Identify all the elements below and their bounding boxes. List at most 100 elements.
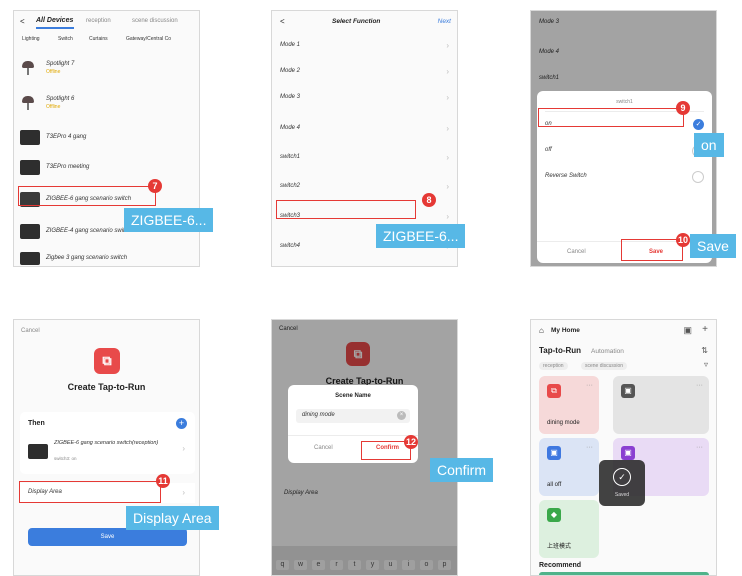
more-icon[interactable]: ··· (586, 382, 593, 389)
cancel-button[interactable]: Cancel (314, 445, 333, 451)
then-label: Then (28, 420, 45, 427)
step-badge: 7 (148, 179, 162, 193)
highlight-box (621, 239, 683, 261)
tab-scene-discussion[interactable]: scene discussion (132, 18, 178, 24)
action-device-status: switch3: on (54, 456, 77, 461)
subtab-switch[interactable]: Switch (58, 36, 73, 42)
then-card: Then + ZIGBEE-6 gang scenario switch(rec… (20, 412, 195, 474)
list-item[interactable]: T3EPro 4 gang (14, 128, 199, 148)
list-item[interactable]: Mode 1 › (272, 35, 457, 57)
subtab-curtains[interactable]: Curtains (89, 36, 108, 42)
list-item[interactable]: Zigbee 3 gang scenario switch (14, 251, 199, 266)
option-off[interactable]: off (537, 141, 712, 161)
scene-icon: ⧉ (547, 384, 561, 398)
highlight-box (19, 481, 161, 503)
switch-panel-icon (20, 130, 40, 145)
clear-icon[interactable]: × (397, 411, 406, 420)
screen-create-tap-to-run: Cancel ⧉ Create Tap-to-Run Then + ZIGBEE… (13, 319, 200, 576)
more-icon[interactable]: ··· (696, 444, 703, 451)
tab-reception[interactable]: reception (86, 18, 111, 24)
chevron-right-icon: › (182, 444, 185, 453)
home-selector[interactable]: My Home (551, 327, 580, 334)
highlight-box (276, 200, 416, 219)
back-icon[interactable]: < (20, 17, 25, 26)
chevron-right-icon: › (182, 488, 185, 497)
spotlight-icon (22, 61, 34, 75)
option-reverse[interactable]: Reverse Switch (537, 167, 712, 187)
step-badge: 12 (404, 435, 418, 449)
step-badge: 10 (676, 233, 690, 247)
chip-scene-discussion[interactable]: scene discussion (581, 362, 628, 370)
list-item[interactable]: Spotlight 7 Offline (14, 56, 199, 82)
callout-label: Display Area (126, 506, 219, 530)
scene-icon: ▣ (621, 384, 635, 398)
add-action-icon[interactable]: + (176, 418, 187, 429)
step-badge: 8 (422, 193, 436, 207)
callout-label: Confirm (430, 458, 494, 482)
cancel-button[interactable]: Cancel (567, 249, 586, 255)
more-icon[interactable]: ··· (696, 382, 703, 389)
scene-name-input[interactable]: dining mode × (296, 409, 410, 423)
subtab-lighting[interactable]: Lighting (22, 36, 40, 42)
subtab-gateway[interactable]: Gateway/Central Co (126, 36, 171, 42)
scene-tile[interactable]: ▣ ··· all off (539, 438, 599, 496)
spotlight-icon (22, 96, 34, 110)
saved-toast: ✓ Saved (599, 460, 645, 506)
scene-tile[interactable]: ▣ ··· (613, 376, 709, 434)
chevron-right-icon: › (446, 182, 449, 191)
screen-switch-dialog: Mode 3 Mode 4 switch1 switch1 on ✓ off R… (530, 10, 717, 267)
step-badge: 11 (156, 474, 170, 488)
chevron-right-icon: › (446, 212, 449, 221)
tab-all-devices[interactable]: All Devices (36, 17, 73, 24)
home-icon: ⌂ (539, 326, 544, 335)
scene-tile[interactable]: ◆ 上班模式 (539, 500, 599, 558)
list-item[interactable]: switch1 › (272, 147, 457, 169)
add-icon[interactable]: + (702, 324, 708, 335)
chevron-right-icon: › (446, 124, 449, 133)
tab-automation[interactable]: Automation (591, 348, 624, 355)
screen-tap-to-run-home: ⌂ My Home ▣ + Tap-to-Run Automation ⇅ ▿ … (530, 319, 717, 576)
tab-tap-to-run[interactable]: Tap-to-Run (539, 346, 581, 355)
tap-to-run-logo-icon: ⧉ (94, 348, 120, 374)
check-selected-icon: ✓ (693, 119, 704, 130)
radio-empty-icon (692, 171, 704, 183)
step-badge: 9 (676, 101, 690, 115)
page-title: Create Tap-to-Run (67, 382, 146, 392)
cancel-button[interactable]: Cancel (21, 328, 40, 334)
callout-label: ZIGBEE-6... (376, 224, 466, 248)
list-item[interactable]: T3EPro meeting (14, 158, 199, 178)
chevron-right-icon: › (446, 93, 449, 102)
switch-panel-icon (28, 444, 48, 459)
sort-icon[interactable]: ⇅ (701, 346, 708, 355)
list-item[interactable]: Mode 3 › (272, 87, 457, 109)
chevron-right-icon: › (446, 41, 449, 50)
callout-label: on (694, 133, 724, 157)
filter-icon[interactable]: ▿ (704, 360, 708, 369)
switch-panel-icon (20, 160, 40, 175)
page-title: Select Function (332, 18, 381, 25)
edit-icon[interactable]: ▣ (683, 325, 692, 336)
chevron-right-icon: › (446, 67, 449, 76)
back-icon[interactable]: < (280, 17, 285, 26)
action-device-name: ZIGBEE-6 gang scenario switch(reception) (54, 440, 159, 446)
highlight-box (18, 186, 156, 206)
switch-panel-icon (20, 252, 40, 265)
scene-icon: ◆ (547, 508, 561, 522)
callout-label: Save (690, 234, 736, 258)
list-item[interactable]: Mode 4 › (272, 118, 457, 140)
next-button[interactable]: Next (438, 18, 451, 25)
chip-reception[interactable]: reception (539, 362, 568, 370)
scene-icon: ▣ (547, 446, 561, 460)
callout-label: ZIGBEE-6... (124, 208, 214, 232)
dialog-title: Scene Name (335, 393, 371, 399)
save-button[interactable]: Save (28, 528, 187, 546)
list-item[interactable]: Spotlight 6 Offline (14, 91, 199, 117)
check-icon: ✓ (613, 468, 631, 486)
switch-panel-icon (20, 224, 40, 239)
chevron-right-icon: › (446, 153, 449, 162)
list-item[interactable]: Mode 2 › (272, 61, 457, 83)
scene-tile[interactable]: ⧉ ··· dining mode (539, 376, 599, 434)
tab-underline (36, 27, 74, 29)
more-icon[interactable]: ··· (586, 444, 593, 451)
scene-icon: ▣ (621, 446, 635, 460)
